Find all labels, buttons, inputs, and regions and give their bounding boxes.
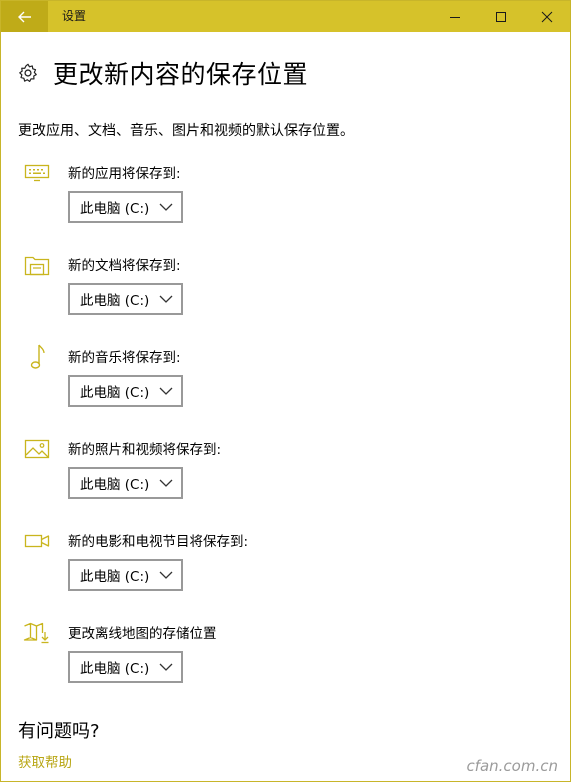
dropdown-value: 此电脑 (C:) bbox=[80, 201, 150, 217]
chevron-down-icon bbox=[159, 295, 173, 303]
save-location-dropdown[interactable]: 此电脑 (C:) bbox=[68, 191, 183, 223]
gear-icon bbox=[19, 63, 37, 83]
video-camera-icon bbox=[24, 534, 50, 548]
chevron-down-icon bbox=[159, 203, 173, 211]
save-location-dropdown[interactable]: 此电脑 (C:) bbox=[68, 375, 183, 407]
title-bar: 设置 bbox=[1, 1, 570, 32]
get-help-link[interactable]: 获取帮助 bbox=[18, 751, 72, 771]
save-location-dropdown[interactable]: 此电脑 (C:) bbox=[68, 467, 183, 499]
settings-window: 设置 更改新内容的保存位置 更改应用、文档、音乐、图片和视频的默认保存位置。 新… bbox=[0, 0, 571, 782]
dropdown-value: 此电脑 (C:) bbox=[80, 293, 150, 309]
chevron-down-icon bbox=[159, 663, 173, 671]
dropdown-value: 此电脑 (C:) bbox=[80, 569, 150, 585]
photo-icon bbox=[24, 439, 50, 459]
setting-label: 新的照片和视频将保存到: bbox=[68, 442, 222, 458]
back-button[interactable] bbox=[1, 1, 48, 32]
close-icon bbox=[541, 11, 553, 22]
save-location-dropdown[interactable]: 此电脑 (C:) bbox=[68, 651, 183, 683]
maximize-icon bbox=[496, 11, 506, 22]
page-header: 更改新内容的保存位置 bbox=[17, 55, 308, 91]
window-title: 设置 bbox=[62, 9, 87, 23]
minimize-button[interactable] bbox=[432, 1, 478, 32]
dropdown-value: 此电脑 (C:) bbox=[80, 385, 150, 401]
maximize-button[interactable] bbox=[478, 1, 524, 32]
page-title: 更改新内容的保存位置 bbox=[53, 60, 309, 89]
dropdown-value: 此电脑 (C:) bbox=[80, 661, 150, 677]
chevron-down-icon bbox=[159, 387, 173, 395]
music-note-icon bbox=[30, 344, 45, 369]
chevron-down-icon bbox=[159, 571, 173, 579]
watermark: cfan.com.cn bbox=[466, 757, 558, 775]
save-location-dropdown[interactable]: 此电脑 (C:) bbox=[68, 283, 183, 315]
dropdown-value: 此电脑 (C:) bbox=[80, 477, 150, 493]
minimize-icon bbox=[450, 16, 460, 18]
setting-label: 更改离线地图的存储位置 bbox=[68, 626, 217, 642]
setting-label: 新的应用将保存到: bbox=[68, 166, 181, 182]
close-button[interactable] bbox=[524, 1, 570, 32]
back-arrow-icon bbox=[17, 11, 31, 22]
save-location-dropdown[interactable]: 此电脑 (C:) bbox=[68, 559, 183, 591]
setting-label: 新的音乐将保存到: bbox=[68, 350, 181, 366]
page-description: 更改应用、文档、音乐、图片和视频的默认保存位置。 bbox=[18, 123, 354, 139]
folder-icon bbox=[24, 256, 50, 276]
chevron-down-icon bbox=[159, 479, 173, 487]
keyboard-icon bbox=[24, 164, 50, 182]
setting-label: 新的文档将保存到: bbox=[68, 258, 181, 274]
setting-label: 新的电影和电视节目将保存到: bbox=[68, 534, 249, 550]
help-heading: 有问题吗? bbox=[18, 721, 100, 742]
offline-map-icon bbox=[23, 622, 49, 644]
